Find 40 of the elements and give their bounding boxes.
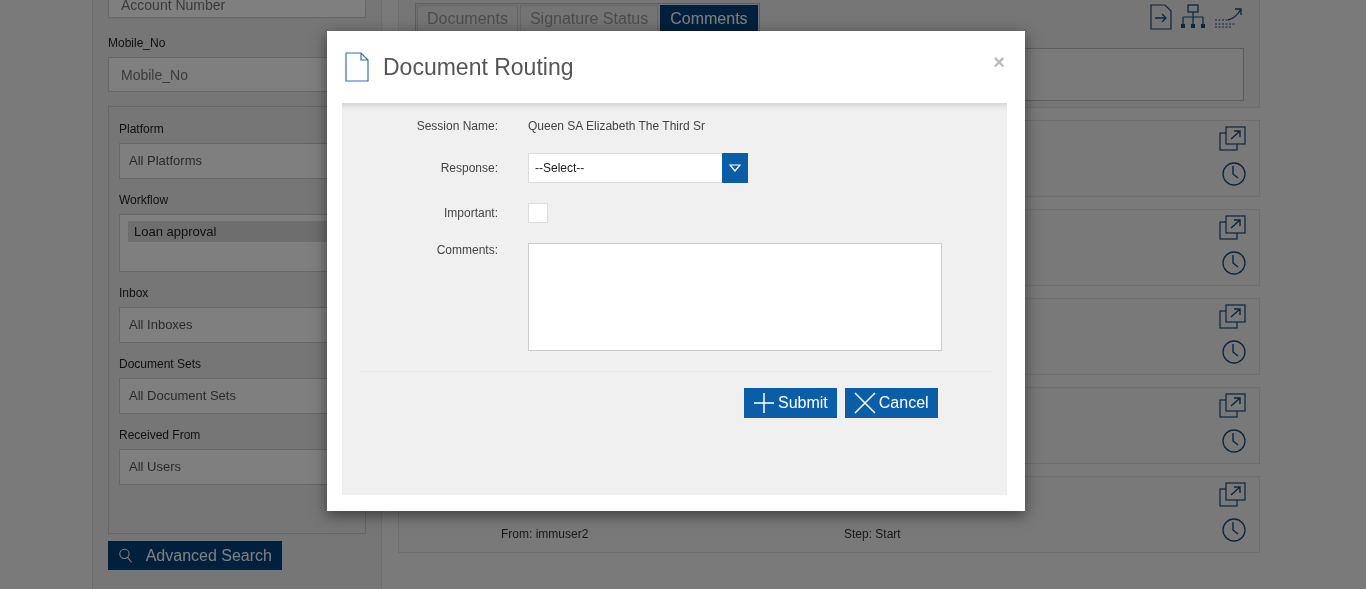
cancel-button[interactable]: Cancel [844, 388, 938, 418]
advanced-search-button[interactable]: Advanced Search [108, 541, 282, 570]
open-window-icon[interactable] [1219, 303, 1247, 331]
hierarchy-icon[interactable] [1180, 4, 1206, 30]
field-label: Document Sets [119, 357, 203, 371]
account-number-field[interactable]: Account Number [108, 0, 366, 18]
history-icon[interactable] [1219, 337, 1247, 365]
plus-icon [753, 392, 775, 414]
submit-button[interactable]: Submit [744, 388, 837, 418]
field-label: Inbox [119, 286, 150, 300]
session-name-value: Queen SA Elizabeth The Third Sr [528, 119, 705, 133]
field-label: Response: [439, 161, 498, 175]
field-label: Comments: [435, 243, 498, 257]
field-label: Platform [119, 122, 165, 136]
field-label: Session Name: [415, 119, 498, 133]
comments-field[interactable] [528, 243, 942, 351]
open-window-icon[interactable] [1219, 125, 1247, 153]
open-window-icon[interactable] [1219, 392, 1247, 420]
tab[interactable]: Comments [660, 5, 758, 32]
response-dropdown[interactable]: --Select-- [528, 153, 748, 183]
close-icon [853, 392, 876, 414]
open-window-icon[interactable] [1219, 481, 1247, 509]
step-text: Step: Start [844, 527, 902, 541]
close-button[interactable]: × [991, 51, 1007, 74]
history-icon[interactable] [1219, 248, 1247, 276]
field-label: Workflow [119, 193, 170, 207]
document-arrow-icon[interactable] [1150, 4, 1172, 30]
history-icon[interactable] [1219, 515, 1247, 543]
route-arrow-icon[interactable] [1214, 6, 1244, 28]
field-label: Important: [442, 206, 498, 220]
sender-text: From: immuser2 [501, 527, 589, 541]
document-icon [345, 52, 369, 82]
history-icon[interactable] [1219, 159, 1247, 187]
important-checkbox[interactable] [528, 203, 548, 223]
field-label: Received From [119, 428, 202, 442]
dialog-title: Document Routing [383, 53, 574, 81]
open-window-icon[interactable] [1219, 214, 1247, 242]
field-label: Mobile_No [108, 36, 167, 50]
caret-icon [729, 164, 741, 172]
history-icon[interactable] [1219, 426, 1247, 454]
